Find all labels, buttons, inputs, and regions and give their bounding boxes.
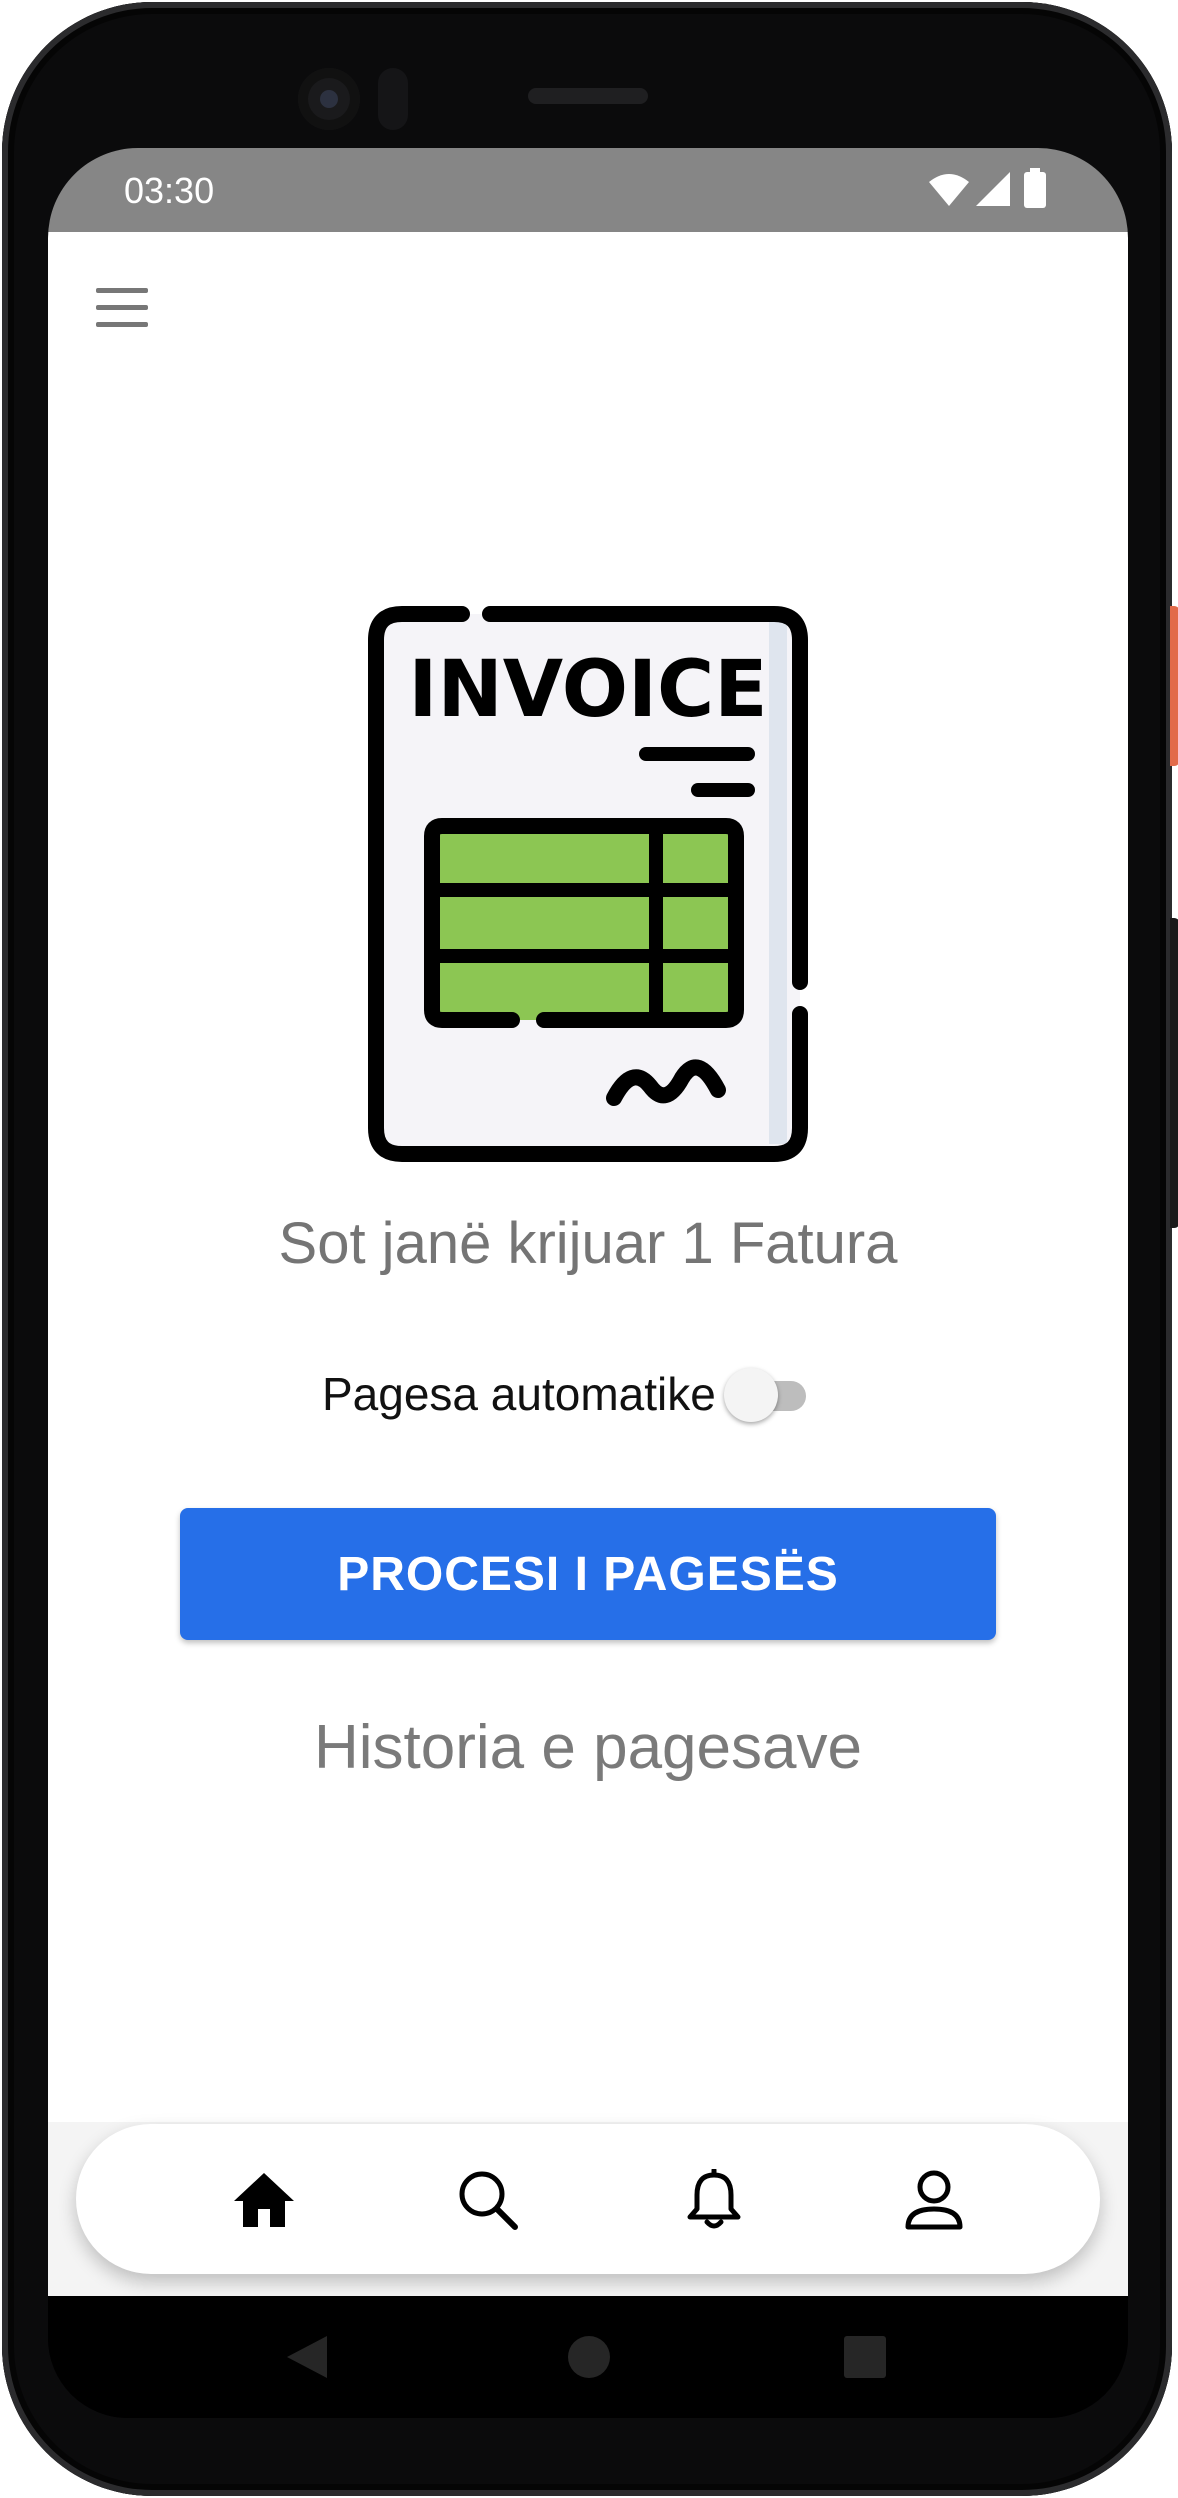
nav-search[interactable] [450, 2162, 526, 2238]
home-circle-icon [568, 2336, 610, 2378]
system-navigation-bar [48, 2296, 1128, 2418]
status-time: 03:30 [124, 170, 215, 211]
payment-history-link[interactable]: Historia e pagesave [48, 1712, 1128, 1783]
system-back-button[interactable] [280, 2330, 334, 2384]
payment-process-button[interactable]: PROCESI I PAGESËS [180, 1508, 996, 1640]
system-recents-button[interactable] [838, 2330, 892, 2384]
app-content: INVOICE Sot janë krijuar 1 Fatura Pagesa… [48, 232, 1128, 2296]
invoice-icon: INVOICE [368, 606, 808, 1162]
search-icon [459, 2171, 518, 2230]
proximity-sensor [378, 68, 408, 130]
side-button-power [1170, 918, 1178, 1228]
invoice-title: INVOICE [408, 645, 767, 735]
cellular-signal-icon [976, 172, 1010, 206]
recents-square-icon [844, 2336, 886, 2378]
nav-home[interactable] [226, 2162, 302, 2238]
back-triangle-icon [287, 2336, 327, 2378]
nav-profile[interactable] [896, 2162, 972, 2238]
front-camera [298, 68, 360, 130]
auto-payment-row: Pagesa automatike [322, 1364, 806, 1424]
bell-icon [687, 2169, 741, 2229]
home-icon [234, 2173, 294, 2227]
side-button-orange [1170, 606, 1178, 766]
nav-notifications[interactable] [676, 2162, 752, 2238]
battery-icon [1024, 168, 1046, 208]
wifi-icon [929, 174, 969, 206]
screen: 03:30 INVOICE Sot janë krijuar 1 Fatura … [48, 148, 1128, 2418]
hamburger-menu-icon[interactable] [96, 288, 148, 328]
earpiece-speaker [528, 88, 648, 104]
status-bar: 03:30 [48, 148, 1128, 232]
auto-payment-toggle[interactable] [723, 1364, 806, 1424]
bottom-navigation [76, 2124, 1100, 2274]
user-icon [905, 2170, 963, 2230]
auto-payment-label: Pagesa automatike [322, 1368, 716, 1420]
invoices-created-headline: Sot janë krijuar 1 Fatura [278, 1211, 898, 1276]
system-home-button[interactable] [562, 2330, 616, 2384]
phone-frame: 03:30 INVOICE Sot janë krijuar 1 Fatura … [2, 2, 1178, 2496]
